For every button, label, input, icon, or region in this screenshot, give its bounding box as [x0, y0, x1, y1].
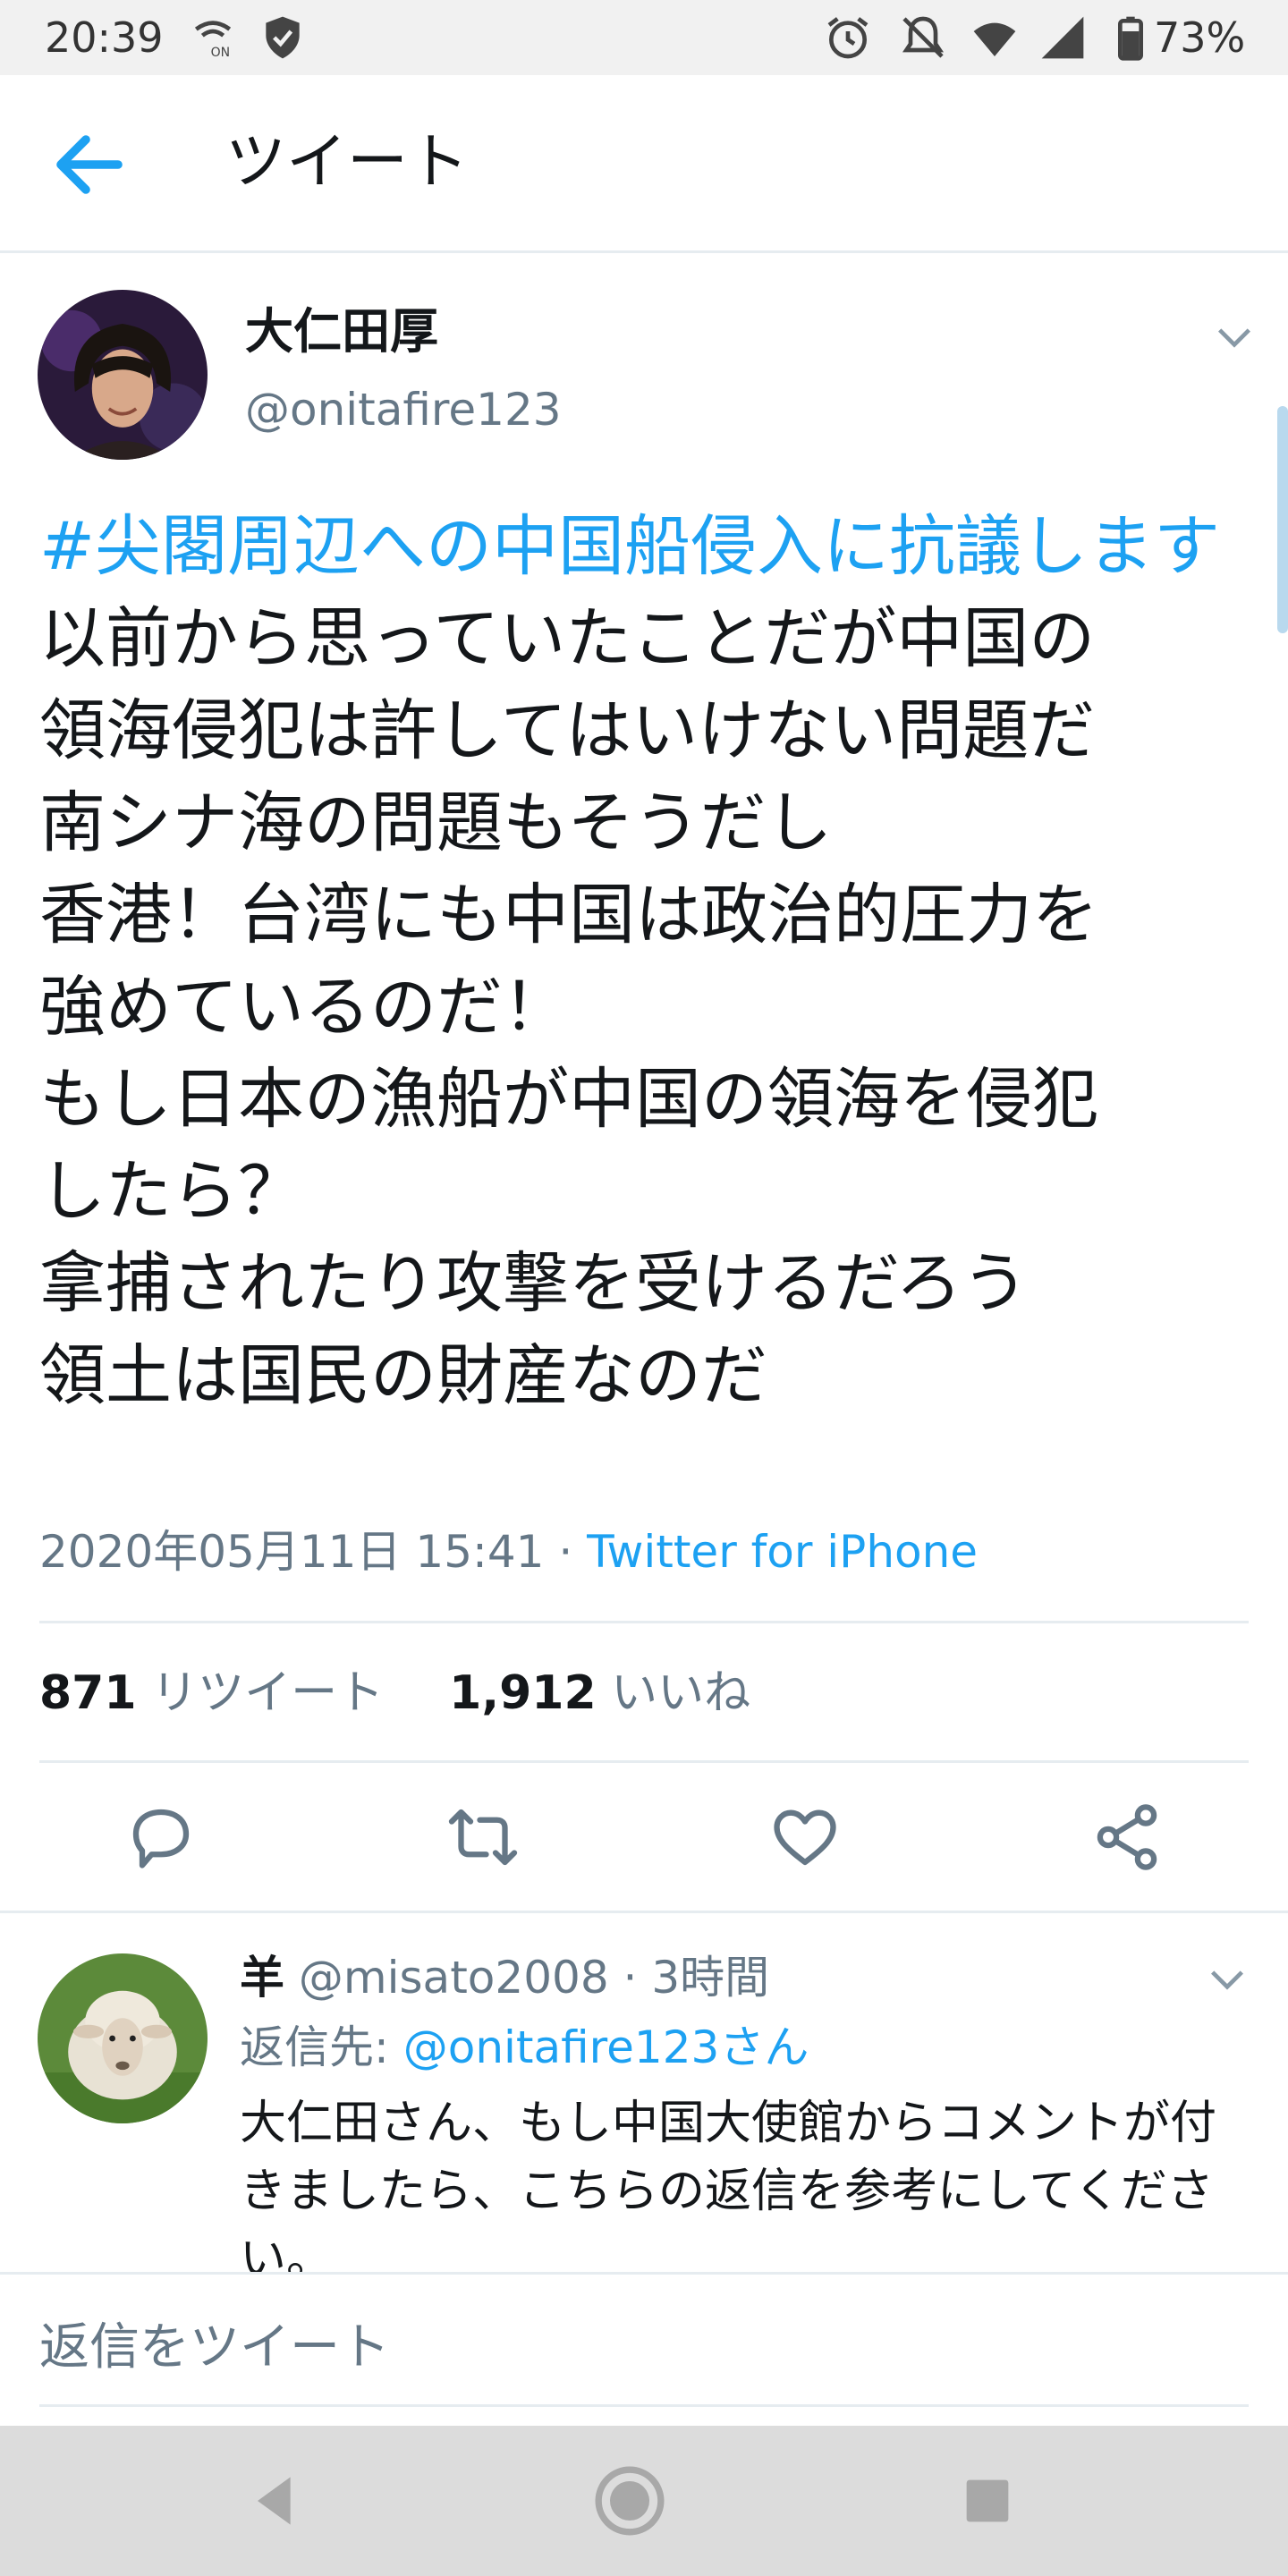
- shield-icon: [266, 16, 300, 59]
- like-count: 1,912: [449, 1666, 597, 1720]
- reply-author-name[interactable]: 羊: [240, 1952, 284, 2004]
- reply-icon[interactable]: [123, 1800, 199, 1875]
- reply-chevron-down-icon[interactable]: [1202, 1953, 1252, 2004]
- reply-author-handle[interactable]: @misato2008: [299, 1952, 609, 2004]
- svg-text:ON: ON: [211, 46, 230, 60]
- page-title: ツイート: [225, 127, 470, 198]
- battery-icon: [1118, 16, 1143, 61]
- retweet-label: リツイート: [151, 1666, 385, 1720]
- tweet-timestamp: 2020年05月11日 15:41: [39, 1526, 545, 1578]
- tweet-stats: 871 リツイート 1,912 いいね: [39, 1662, 750, 1724]
- divider: [0, 1911, 1288, 1913]
- chevron-down-icon[interactable]: [1209, 311, 1259, 361]
- author-handle[interactable]: @onitafire123: [245, 381, 562, 438]
- reply-to-label: 返信先:: [240, 2021, 403, 2073]
- share-icon[interactable]: [1089, 1800, 1165, 1875]
- reply-text: 大仁田さん、もし中国大使館からコメントが付きましたら、こちらの返信を参考にしてく…: [240, 2097, 1217, 2272]
- tweet-hashtag[interactable]: #尖閣周辺への中国船侵入に抗議します: [39, 508, 1220, 585]
- reply-to-handle[interactable]: @onitafire123さん: [403, 2021, 809, 2073]
- tweet-text: 以前から思っていたことだが中国の 領海侵犯は許してはいけない問題だ 南シナ海の問…: [39, 600, 1098, 1414]
- tweet-body: #尖閣周辺への中国船侵入に抗議します 以前から思っていたことだが中国の 領海侵犯…: [39, 501, 1256, 1422]
- like-label: いいね: [611, 1666, 751, 1720]
- status-time: 20:39: [45, 13, 164, 62]
- mute-icon: [902, 16, 945, 58]
- meta-separator: ·: [544, 1526, 588, 1578]
- scrollbar[interactable]: [1277, 406, 1288, 633]
- reply-time: 3時間: [651, 1952, 770, 2004]
- like-icon[interactable]: [767, 1800, 843, 1875]
- nav-home-icon[interactable]: [590, 2462, 669, 2540]
- retweet-stat[interactable]: 871 リツイート: [39, 1666, 384, 1720]
- reply-to-line: 返信先: @onitafire123さん: [240, 2018, 809, 2077]
- reply-compose-input[interactable]: 返信をツイート: [39, 2317, 390, 2379]
- divider: [39, 1621, 1249, 1623]
- reply-separator: ·: [608, 1952, 652, 2004]
- nav-back-icon[interactable]: [240, 2465, 311, 2537]
- wifi-calling-icon: ON: [194, 21, 232, 60]
- retweet-count: 871: [39, 1666, 137, 1720]
- compose-underline: [39, 2404, 1249, 2407]
- like-stat[interactable]: 1,912 いいね: [449, 1666, 750, 1720]
- author-avatar[interactable]: [38, 290, 208, 460]
- nav-recents-icon[interactable]: [952, 2465, 1023, 2537]
- reply-header: 羊 @misato2008 · 3時間: [240, 1948, 769, 2007]
- signal-icon: [1041, 16, 1084, 59]
- app-header: [0, 75, 1288, 253]
- retweet-icon[interactable]: [445, 1800, 521, 1875]
- author-display-name[interactable]: 大仁田厚: [245, 301, 438, 363]
- back-arrow-icon[interactable]: [47, 122, 132, 208]
- wifi-icon: [973, 22, 1016, 56]
- tweet-meta: 2020年05月11日 15:41 · Twitter for iPhone: [39, 1521, 978, 1583]
- reply-clip: 大仁田さん、もし中国大使館からコメントが付きましたら、こちらの返信を参考にしてく…: [0, 2084, 1288, 2272]
- tweet-source[interactable]: Twitter for iPhone: [587, 1526, 978, 1578]
- battery-percent: 73%: [1154, 13, 1246, 62]
- alarm-icon: [827, 17, 869, 59]
- divider: [39, 1760, 1249, 1763]
